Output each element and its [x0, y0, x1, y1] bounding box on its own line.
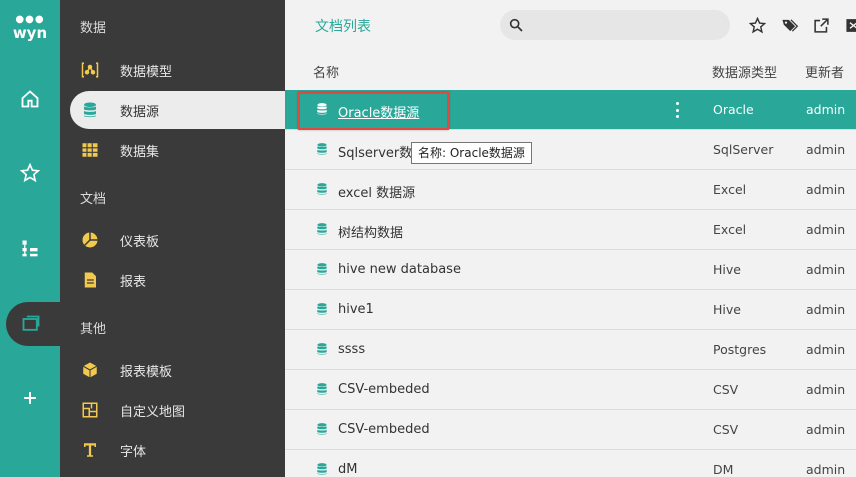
dataset-icon: [80, 140, 100, 160]
nav-item-font[interactable]: 字体: [70, 431, 285, 469]
data-model-icon: [80, 60, 100, 80]
row-name-link[interactable]: CSV-embeded: [338, 382, 430, 397]
nav-item-label: 报表模板: [120, 364, 173, 380]
row-name-link[interactable]: excel 数据源: [338, 182, 415, 201]
database-icon: [315, 382, 329, 398]
home-icon[interactable]: [0, 77, 60, 121]
row-name-link[interactable]: hive new database: [338, 262, 461, 277]
row-type: Oracle: [713, 102, 754, 117]
nav-item-label: 自定义地图: [120, 404, 186, 420]
row-owner: admin: [806, 342, 846, 357]
nav-section-other: 其他: [80, 322, 107, 337]
nav-item-label: 仪表板: [120, 234, 160, 250]
row-owner: admin: [806, 182, 846, 197]
nav-item-label: 数据集: [120, 144, 160, 160]
row-name-link[interactable]: Oracle数据源: [338, 102, 419, 121]
font-icon: [80, 440, 100, 460]
table-row[interactable]: CSV-embeded CSV admin: [285, 370, 856, 410]
table-row[interactable]: dM DM admin: [285, 450, 856, 477]
table-row[interactable]: 树结构数据 Excel admin: [285, 210, 856, 250]
database-icon: [315, 342, 329, 358]
search-input[interactable]: [500, 10, 730, 40]
table-row[interactable]: hive new database Hive admin: [285, 250, 856, 290]
table-row[interactable]: Sqlserver数据源 SqlServer admin: [285, 130, 856, 170]
nav-section-documents: 文档: [80, 192, 107, 207]
nav-item-report-template[interactable]: 报表模板: [70, 351, 285, 389]
close-box-icon[interactable]: [843, 15, 856, 35]
database-icon: [315, 142, 329, 158]
report-template-icon: [80, 360, 100, 380]
tooltip: 名称: Oracle数据源: [411, 142, 532, 164]
database-icon: [80, 100, 100, 120]
nav-item-report[interactable]: 报表: [70, 261, 285, 299]
row-type: DM: [713, 462, 734, 477]
table-row[interactable]: hive1 Hive admin: [285, 290, 856, 330]
table-row[interactable]: Oracle数据源 Oracle admin: [285, 90, 856, 130]
row-name-link[interactable]: hive1: [338, 302, 374, 317]
nav-item-label: 数据源: [120, 104, 160, 120]
add-icon[interactable]: [0, 376, 60, 420]
open-external-icon[interactable]: [811, 15, 831, 35]
database-icon: [315, 262, 329, 278]
star-icon[interactable]: [0, 151, 60, 195]
row-owner: admin: [806, 302, 846, 317]
row-name-link[interactable]: 树结构数据: [338, 222, 403, 241]
database-icon: [315, 302, 329, 318]
column-header-type[interactable]: 数据源类型: [712, 62, 777, 81]
hierarchy-icon[interactable]: [0, 226, 60, 270]
page-title: 文档列表: [315, 19, 371, 35]
custom-map-icon: [80, 400, 100, 420]
database-icon: [315, 102, 329, 118]
nav-item-dataset[interactable]: 数据集: [70, 131, 285, 169]
nav-item-label: 报表: [120, 274, 147, 290]
wyn-logo[interactable]: ●●● wyn: [0, 8, 60, 48]
column-header-name[interactable]: 名称: [313, 62, 339, 81]
main-panel: 文档列表 名称 数据源类型 更新者 Oracle数据源 Oracle admin Sq…: [285, 0, 856, 477]
row-type: Postgres: [713, 342, 767, 357]
row-type: CSV: [713, 382, 739, 397]
row-name-link[interactable]: dM: [338, 462, 357, 477]
database-icon: [315, 462, 329, 477]
nav-item-custom-map[interactable]: 自定义地图: [70, 391, 285, 429]
nav-item-data-model[interactable]: 数据模型: [70, 51, 285, 89]
column-header-owner[interactable]: 更新者: [805, 62, 844, 81]
logo-text: wyn: [12, 24, 48, 42]
database-icon: [315, 422, 329, 438]
table-row[interactable]: CSV-embeded CSV admin: [285, 410, 856, 450]
database-icon: [315, 182, 329, 198]
nav-item-label: 字体: [120, 444, 147, 460]
nav-section-data: 数据: [80, 21, 107, 36]
row-owner: admin: [806, 382, 846, 397]
app-rail: ●●● wyn: [0, 0, 62, 477]
nav-item-label: 数据模型: [120, 64, 173, 80]
dashboard-icon: [80, 230, 100, 250]
row-name-link[interactable]: ssss: [338, 342, 365, 357]
row-owner: admin: [806, 142, 846, 157]
more-options-icon[interactable]: [673, 100, 681, 120]
row-type: Hive: [713, 262, 741, 277]
table-row[interactable]: excel 数据源 Excel admin: [285, 170, 856, 210]
row-type: Excel: [713, 182, 747, 197]
row-owner: admin: [806, 102, 846, 117]
table-row[interactable]: ssss Postgres admin: [285, 330, 856, 370]
row-type: Hive: [713, 302, 741, 317]
report-icon: [80, 270, 100, 290]
star-outline-icon[interactable]: [747, 15, 767, 35]
row-type: Excel: [713, 222, 747, 237]
nav-item-data-source[interactable]: 数据源: [70, 91, 285, 129]
search-icon: [509, 18, 523, 32]
row-owner: admin: [806, 462, 846, 477]
row-type: SqlServer: [713, 142, 774, 157]
database-icon: [315, 222, 329, 238]
row-type: CSV: [713, 422, 739, 437]
nav-item-dashboard[interactable]: 仪表板: [70, 221, 285, 259]
folder-icon[interactable]: [6, 302, 62, 346]
row-owner: admin: [806, 422, 846, 437]
row-name-link[interactable]: CSV-embeded: [338, 422, 430, 437]
row-owner: admin: [806, 222, 846, 237]
row-owner: admin: [806, 262, 846, 277]
nav-panel: 数据 数据模型 数据源 数据集 文档 仪表板 报表 其他 报表模板 自定义地图 …: [60, 0, 285, 477]
tags-icon[interactable]: [779, 15, 799, 35]
